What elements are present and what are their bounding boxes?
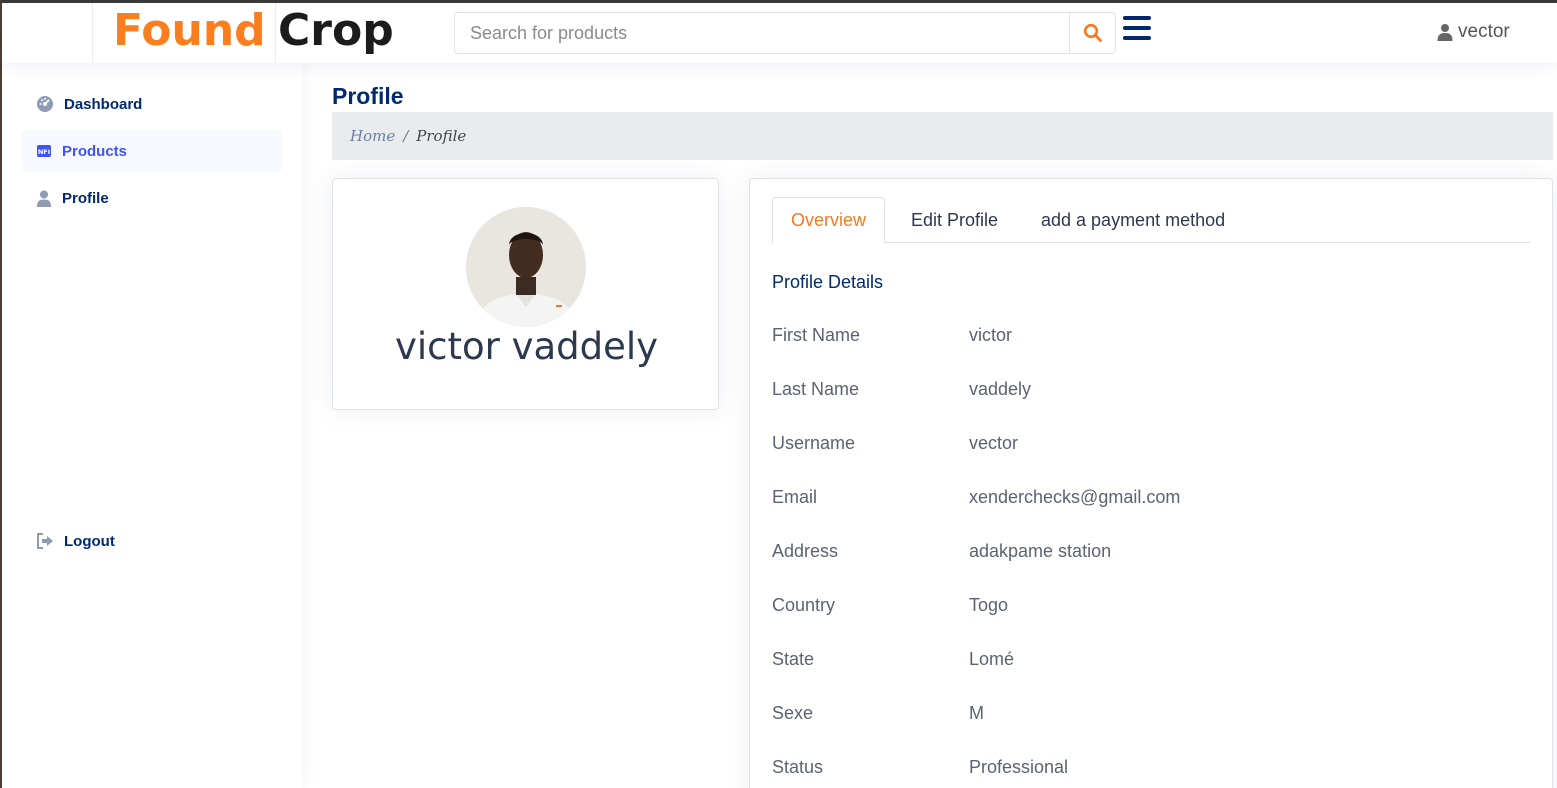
avatar — [466, 207, 586, 327]
detail-row-address: Address adakpame station — [772, 541, 1532, 565]
detail-label: Email — [772, 487, 818, 507]
detail-value: Togo — [969, 595, 1009, 615]
breadcrumb-home-link[interactable]: Home — [350, 127, 395, 145]
person-icon — [37, 190, 51, 207]
tab-edit-profile[interactable]: Edit Profile — [893, 197, 1016, 243]
detail-value: vaddely — [969, 379, 1032, 399]
sidebar-item-products[interactable]: NFI Products — [22, 130, 282, 172]
detail-row-status: Status Professional — [772, 757, 1532, 781]
detail-row-last-name: Last Name vaddely — [772, 379, 1532, 403]
detail-label: First Name — [772, 325, 861, 345]
detail-row-country: Country Togo — [772, 595, 1532, 619]
logo-found-text: Found — [113, 5, 266, 56]
logo-crop-text: Crop — [278, 5, 394, 56]
sidebar: Dashboard NFI Products Profile Logout — [2, 63, 302, 788]
detail-label: Sexe — [772, 703, 814, 723]
top-header: Found Crop vector — [2, 3, 1557, 63]
tab-add-payment-method[interactable]: add a payment method — [1023, 197, 1243, 243]
tab-overview[interactable]: Overview — [772, 197, 886, 244]
detail-row-email: Email xenderchecks@gmail.com — [772, 487, 1532, 511]
detail-label: Status — [772, 757, 824, 777]
detail-value: Lomé — [969, 649, 1015, 669]
section-title: Profile Details — [772, 272, 884, 292]
person-icon — [1437, 24, 1453, 41]
search-bar — [454, 12, 1116, 54]
detail-row-username: Username vector — [772, 433, 1532, 457]
page-title: Profile — [332, 83, 404, 109]
detail-label: Country — [772, 595, 836, 615]
detail-value: adakpame station — [969, 541, 1112, 561]
breadcrumb-current: Profile — [416, 127, 467, 145]
sidebar-item-label: Logout — [64, 532, 115, 550]
detail-value: xenderchecks@gmail.com — [969, 487, 1181, 507]
detail-label: State — [772, 649, 815, 669]
detail-value: victor — [969, 325, 1013, 345]
profile-tabs: Overview Edit Profile add a payment meth… — [772, 197, 1530, 244]
sidebar-item-label: Products — [62, 142, 128, 160]
search-input[interactable] — [455, 13, 1069, 53]
sidebar-item-logout[interactable]: Logout — [22, 520, 282, 562]
logo-box[interactable]: Found — [92, 3, 276, 63]
profile-summary-card: victor vaddely — [332, 178, 719, 410]
detail-label: Last Name — [772, 379, 860, 399]
breadcrumb: Home / Profile — [332, 112, 1553, 160]
search-icon — [1083, 23, 1102, 42]
dashboard-gauge-icon — [37, 96, 53, 112]
sidebar-item-label: Dashboard — [64, 95, 143, 113]
sidebar-item-label: Profile — [62, 189, 109, 207]
detail-row-state: State Lomé — [772, 649, 1532, 673]
main-content: Profile Home / Profile victor vaddely Ov… — [302, 63, 1557, 788]
sidebar-item-profile[interactable]: Profile — [22, 177, 282, 219]
hamburger-menu-icon[interactable] — [1123, 16, 1151, 42]
detail-label: Username — [772, 433, 856, 453]
header-username: vector — [1458, 21, 1510, 42]
search-button[interactable] — [1069, 13, 1115, 53]
sidebar-item-dashboard[interactable]: Dashboard — [22, 83, 282, 125]
detail-value: vector — [969, 433, 1019, 453]
detail-value: M — [969, 703, 984, 723]
detail-label: Address — [772, 541, 839, 561]
avatar-photo — [466, 207, 586, 327]
user-menu[interactable]: vector — [1436, 21, 1510, 43]
breadcrumb-separator: / — [403, 127, 409, 145]
svg-text:NFI: NFI — [38, 148, 50, 156]
detail-row-sexe: Sexe M — [772, 703, 1532, 727]
profile-full-name: victor vaddely — [394, 325, 659, 368]
nft-icon: NFI — [37, 145, 51, 157]
profile-details-card: Overview Edit Profile add a payment meth… — [749, 178, 1553, 788]
detail-row-first-name: First Name victor — [772, 325, 1532, 349]
detail-value: Professional — [969, 757, 1069, 777]
logout-icon — [37, 533, 53, 549]
